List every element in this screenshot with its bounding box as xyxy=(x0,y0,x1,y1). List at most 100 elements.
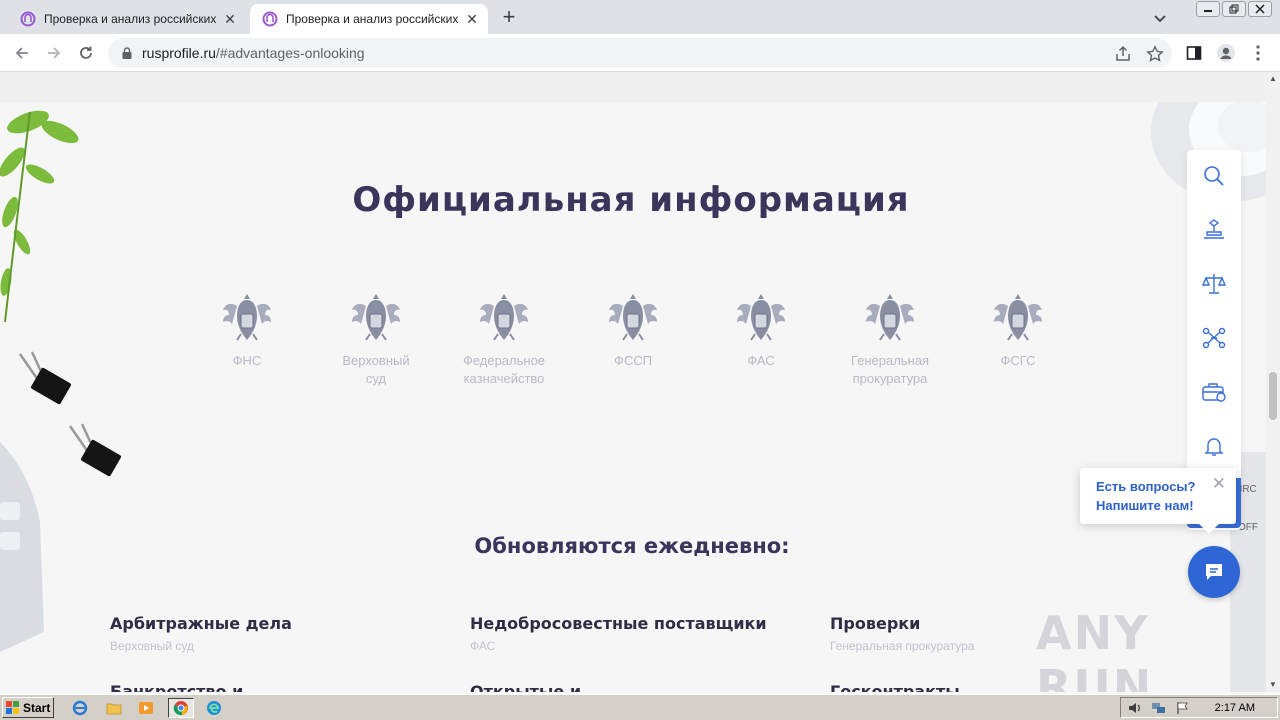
browser-tab-1[interactable]: Проверка и анализ российских юр ✕ xyxy=(8,4,246,34)
section-divider xyxy=(0,72,1266,102)
explorer-quicklaunch[interactable] xyxy=(104,698,124,718)
new-tab-button[interactable]: + xyxy=(497,6,521,30)
media-player-icon xyxy=(139,702,153,714)
source-label: ФСГС xyxy=(963,352,1073,370)
source-emblem-item[interactable]: Федеральное казначейство xyxy=(449,290,559,388)
browser-toolbar: rusprofile.ru/#advantages-onlooking xyxy=(0,34,1280,72)
scales-icon xyxy=(1201,274,1227,294)
media-quicklaunch[interactable] xyxy=(136,698,156,718)
browser-tab-2[interactable]: Проверка и анализ российских юр ✕ xyxy=(250,4,488,34)
flag-icon[interactable] xyxy=(1175,701,1191,715)
restore-icon xyxy=(1229,4,1239,14)
source-label-line2: прокуратура xyxy=(852,371,928,386)
side-finance-button[interactable] xyxy=(1200,378,1228,406)
page-scrollbar[interactable]: ▲ ▼ xyxy=(1266,72,1280,692)
page-viewport: MRC OFF Официальная информация ФНС Верхо… xyxy=(0,72,1266,692)
system-tray: 2:17 AM xyxy=(1120,697,1278,718)
search-icon xyxy=(1204,166,1224,186)
window-controls xyxy=(1196,1,1272,17)
category-item[interactable]: Арбитражные дела Верховный суд xyxy=(110,614,450,653)
arrow-left-icon xyxy=(15,47,28,59)
coat-of-arms-icon xyxy=(480,294,528,341)
profile-avatar-icon xyxy=(1217,44,1235,62)
coat-of-arms-icon xyxy=(866,294,914,341)
briefcase-icon xyxy=(1202,383,1226,402)
start-button[interactable]: Start xyxy=(2,697,54,718)
side-notifications-button[interactable] xyxy=(1200,432,1228,460)
restore-button[interactable] xyxy=(1222,1,1246,17)
category-title-partial[interactable]: Открытые и ... xyxy=(470,682,605,692)
close-popup-icon[interactable]: ✕ xyxy=(1212,474,1226,494)
scroll-up-arrow-icon[interactable]: ▲ xyxy=(1266,72,1280,86)
profile-button[interactable] xyxy=(1216,43,1236,63)
edge-quicklaunch[interactable] xyxy=(204,698,224,718)
category-title-partial[interactable]: Госконтракты xyxy=(830,682,960,692)
category-title-partial[interactable]: Банкротство и ... xyxy=(110,682,267,692)
source-emblem-item[interactable]: ФСГС xyxy=(963,290,1073,370)
binder-clip-decoration xyxy=(18,351,71,405)
start-label: Start xyxy=(23,700,51,715)
arrow-right-icon xyxy=(48,47,61,59)
source-label-line1: Верховный xyxy=(342,353,410,368)
source-label-line1: ФАС xyxy=(747,353,775,368)
tab-close-icon[interactable]: ✕ xyxy=(464,11,480,27)
side-stamp-button[interactable] xyxy=(1200,216,1228,244)
binder-clip-decoration xyxy=(68,423,121,477)
bookmark-star-icon[interactable] xyxy=(1146,45,1164,63)
source-label-line1: ФССП xyxy=(613,353,652,368)
forward-button[interactable] xyxy=(42,41,66,65)
source-label-line1: Генеральная xyxy=(850,353,930,368)
minimize-button[interactable] xyxy=(1196,1,1220,17)
source-label: ФССП xyxy=(578,352,688,370)
tab-close-icon[interactable]: ✕ xyxy=(222,11,238,27)
source-emblem-item[interactable]: ФАС xyxy=(706,290,816,370)
chat-invite-popup[interactable]: Есть вопросы? Напишите нам! ✕ xyxy=(1080,468,1236,534)
source-emblem-item[interactable]: ФССП xyxy=(578,290,688,370)
coat-of-arms-icon xyxy=(352,294,400,341)
source-emblem-item[interactable]: Верховный суд xyxy=(321,290,431,388)
chat-open-button[interactable] xyxy=(1188,546,1240,598)
windows-logo-icon xyxy=(6,700,19,714)
share-icon[interactable] xyxy=(1114,45,1132,63)
network-tray-icon[interactable] xyxy=(1151,701,1167,715)
ie-quicklaunch[interactable] xyxy=(70,698,90,718)
close-window-button[interactable] xyxy=(1248,1,1272,17)
url-text: rusprofile.ru/#advantages-onlooking xyxy=(142,45,365,61)
tab-search-chevron-icon[interactable] xyxy=(1150,8,1170,28)
source-label-line2: казначейство xyxy=(463,371,545,386)
chrome-taskbar-button[interactable] xyxy=(168,698,194,718)
lock-icon[interactable] xyxy=(120,46,134,60)
reload-button[interactable] xyxy=(74,41,98,65)
back-button[interactable] xyxy=(10,41,34,65)
category-title: Недобросовестные поставщики xyxy=(470,614,767,633)
side-panel-icon xyxy=(1186,46,1202,60)
coat-of-arms-icon xyxy=(994,294,1042,341)
source-label: ФНС xyxy=(192,352,302,370)
source-emblem-item[interactable]: Генеральная прокуратура xyxy=(835,290,945,388)
side-court-button[interactable] xyxy=(1200,270,1228,298)
rusprofile-favicon-icon xyxy=(20,11,36,27)
browser-tab-strip: Проверка и анализ российских юр ✕ Провер… xyxy=(0,0,1280,34)
source-label: Верховный суд xyxy=(321,352,431,388)
chat-bubble-icon xyxy=(1206,564,1222,580)
section-heading: Официальная информация xyxy=(352,180,910,220)
url-path: /#advantages-onlooking xyxy=(215,45,365,61)
side-panel-button[interactable] xyxy=(1184,43,1204,63)
scroll-down-arrow-icon[interactable]: ▼ xyxy=(1266,678,1280,692)
category-title: Арбитражные дела xyxy=(110,614,292,633)
source-label: Генеральная прокуратура xyxy=(835,352,945,388)
coat-of-arms-icon xyxy=(223,294,271,341)
category-source: Верховный суд xyxy=(110,639,195,653)
scrollbar-thumb[interactable] xyxy=(1269,372,1277,420)
source-emblem-item[interactable]: ФНС xyxy=(192,290,302,370)
address-bar[interactable]: rusprofile.ru/#advantages-onlooking xyxy=(108,38,1172,68)
chrome-icon xyxy=(173,701,188,716)
category-item[interactable]: Недобросовестные поставщики ФАС xyxy=(470,614,810,653)
bell-icon xyxy=(1204,438,1224,456)
source-label: ФАС xyxy=(706,352,816,370)
coat-of-arms-icon xyxy=(737,294,785,341)
browser-menu-button[interactable] xyxy=(1248,43,1268,63)
side-search-button[interactable] xyxy=(1200,162,1228,190)
volume-icon[interactable] xyxy=(1127,701,1143,715)
side-links-button[interactable] xyxy=(1200,324,1228,352)
